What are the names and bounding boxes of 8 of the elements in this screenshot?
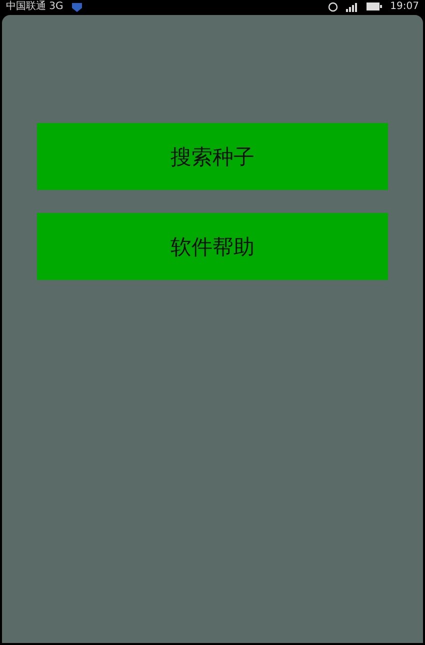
- carrier-text: 中国联通 3G: [6, 0, 64, 12]
- battery-icon: [366, 2, 382, 11]
- clock-icon: [328, 2, 338, 12]
- menu-button[interactable]: 软件帮助: [37, 213, 388, 280]
- signal-icon: [346, 2, 358, 12]
- menu-button[interactable]: 搜索种子: [37, 123, 388, 190]
- time-text: 19:07: [390, 0, 419, 12]
- shield-icon: [71, 2, 84, 12]
